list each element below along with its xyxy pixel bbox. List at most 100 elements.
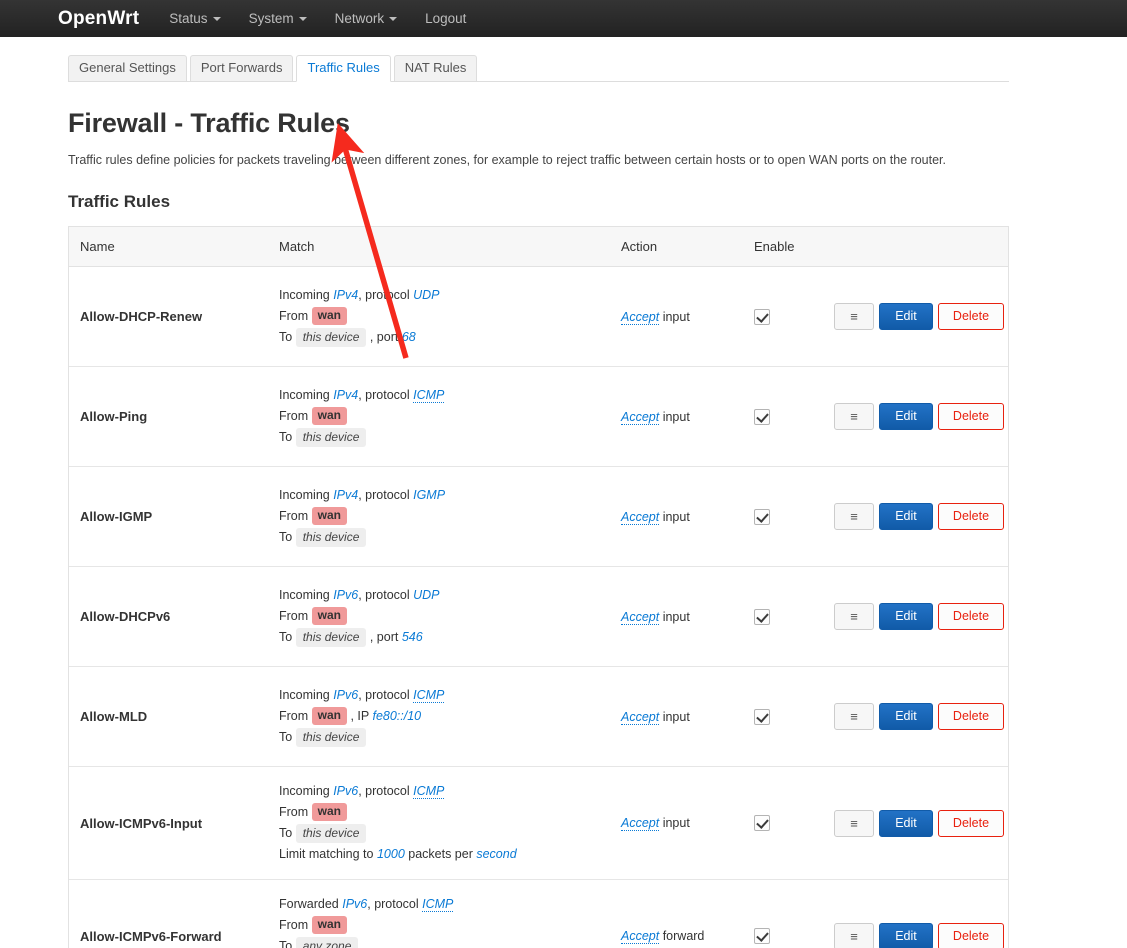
match-emphasis[interactable]: IPv4 [333, 288, 358, 302]
openwrt-logo: OpenWrt [58, 8, 140, 29]
rule-buttons-cell: ≡ Edit Delete [834, 922, 1008, 948]
drag-handle-icon[interactable]: ≡ [834, 303, 874, 331]
device-pill: this device [295, 328, 367, 348]
drag-handle-icon[interactable]: ≡ [834, 809, 874, 837]
match-text: , port [366, 630, 402, 645]
edit-button[interactable]: Edit [879, 703, 933, 731]
table-body: Allow-DHCP-Renew Incoming IPv4, protocol … [69, 267, 1008, 948]
delete-button[interactable]: Delete [938, 503, 1004, 531]
edit-button[interactable]: Edit [879, 603, 933, 631]
action-target-link[interactable]: Accept [621, 816, 660, 832]
match-emphasis[interactable]: fe80::/10 [372, 709, 421, 723]
chevron-down-icon [298, 16, 307, 21]
match-emphasis[interactable]: ICMP [422, 897, 454, 913]
rule-buttons-cell: ≡ Edit Delete [834, 703, 1008, 731]
action-chain-label: input [662, 709, 690, 724]
edit-button[interactable]: Edit [879, 809, 933, 837]
drag-handle-icon[interactable]: ≡ [834, 603, 874, 631]
match-emphasis[interactable]: second [476, 847, 516, 861]
enable-checkbox[interactable] [754, 815, 770, 832]
match-text: , IP [346, 709, 373, 724]
match-emphasis[interactable]: IPv4 [333, 388, 358, 402]
rule-name: Allow-ICMPv6-Forward [80, 928, 222, 944]
action-target-link[interactable]: Accept [621, 409, 660, 425]
rule-enable-cell [754, 708, 834, 725]
edit-button[interactable]: Edit [879, 922, 933, 948]
nav-item-status[interactable]: Status [169, 11, 221, 26]
button-group: ≡ Edit Delete [834, 403, 1008, 431]
device-pill: this device [295, 628, 367, 648]
delete-button[interactable]: Delete [938, 922, 1004, 948]
match-text: Incoming [279, 288, 334, 303]
enable-checkbox[interactable] [754, 928, 770, 945]
drag-handle-icon[interactable]: ≡ [834, 503, 874, 531]
edit-button[interactable]: Edit [879, 503, 933, 531]
tab-traffic-rules[interactable]: Traffic Rules [296, 55, 391, 82]
match-text: From [279, 509, 312, 524]
nav-item-label: Network [334, 11, 385, 26]
match-emphasis[interactable]: UDP [413, 588, 439, 602]
action-target-link[interactable]: Accept [621, 509, 660, 525]
match-emphasis[interactable]: 546 [402, 630, 423, 644]
rule-name: Allow-DHCPv6 [80, 609, 171, 625]
rule-name-cell: Allow-DHCP-Renew [69, 309, 279, 324]
match-emphasis[interactable]: ICMP [413, 784, 445, 800]
nav-item-system[interactable]: System [249, 11, 307, 26]
match-text: From [279, 309, 312, 324]
nav-item-label: Status [169, 11, 208, 26]
column-header-action: Action [621, 239, 658, 255]
match-emphasis[interactable]: 68 [402, 330, 416, 344]
delete-button[interactable]: Delete [938, 809, 1004, 837]
table-row: Allow-ICMPv6-Input Incoming IPv6, protoco… [69, 767, 1008, 881]
match-emphasis[interactable]: ICMP [413, 388, 445, 404]
rule-enable-cell [754, 408, 834, 425]
delete-button[interactable]: Delete [938, 703, 1004, 731]
match-emphasis[interactable]: UDP [413, 288, 439, 302]
tab-port-forwards[interactable]: Port Forwards [189, 55, 294, 82]
match-emphasis[interactable]: 1000 [377, 847, 405, 861]
button-group: ≡ Edit Delete [834, 303, 1008, 331]
match-emphasis[interactable]: IPv6 [333, 688, 358, 702]
enable-checkbox[interactable] [754, 708, 770, 725]
edit-button[interactable]: Edit [879, 403, 933, 431]
tab-general-settings[interactable]: General Settings [68, 55, 187, 82]
match-emphasis[interactable]: IPv6 [333, 784, 358, 798]
match-text: From [279, 709, 312, 724]
match-text: To [279, 330, 296, 345]
match-emphasis[interactable]: IPv6 [342, 897, 367, 911]
device-pill: any zone [295, 937, 359, 948]
nav-item-network[interactable]: Network [335, 11, 398, 26]
button-group: ≡ Edit Delete [834, 809, 1008, 837]
action-target-link[interactable]: Accept [621, 929, 660, 945]
drag-handle-icon[interactable]: ≡ [834, 403, 874, 431]
match-emphasis[interactable]: IGMP [413, 488, 445, 502]
edit-button[interactable]: Edit [879, 303, 933, 331]
column-header-match: Match [279, 239, 315, 255]
match-text: , protocol [358, 784, 414, 799]
delete-button[interactable]: Delete [938, 603, 1004, 631]
match-text: From [279, 609, 312, 624]
chevron-down-icon [212, 16, 221, 21]
enable-checkbox[interactable] [754, 408, 770, 425]
tab-nat-rules[interactable]: NAT Rules [393, 55, 478, 82]
delete-button[interactable]: Delete [938, 303, 1004, 331]
match-text: Incoming [279, 688, 334, 703]
match-text: To [279, 530, 296, 545]
enable-checkbox[interactable] [754, 508, 770, 525]
match-text: Incoming [279, 488, 334, 503]
delete-button[interactable]: Delete [938, 403, 1004, 431]
enable-checkbox[interactable] [754, 308, 770, 325]
match-text: , port [366, 330, 402, 345]
traffic-rules-table: Name Match Action Enable Allow-DHCP-Rene… [68, 226, 1009, 948]
drag-handle-icon[interactable]: ≡ [834, 703, 874, 731]
drag-handle-icon[interactable]: ≡ [834, 922, 874, 948]
match-emphasis[interactable]: ICMP [413, 688, 445, 704]
nav-item-logout[interactable]: Logout [425, 11, 466, 26]
action-target-link[interactable]: Accept [621, 309, 660, 325]
action-target-link[interactable]: Accept [621, 709, 660, 725]
match-emphasis[interactable]: IPv4 [333, 488, 358, 502]
action-target-link[interactable]: Accept [621, 609, 660, 625]
rule-name: Allow-IGMP [80, 509, 153, 525]
enable-checkbox[interactable] [754, 608, 770, 625]
match-emphasis[interactable]: IPv6 [333, 588, 358, 602]
